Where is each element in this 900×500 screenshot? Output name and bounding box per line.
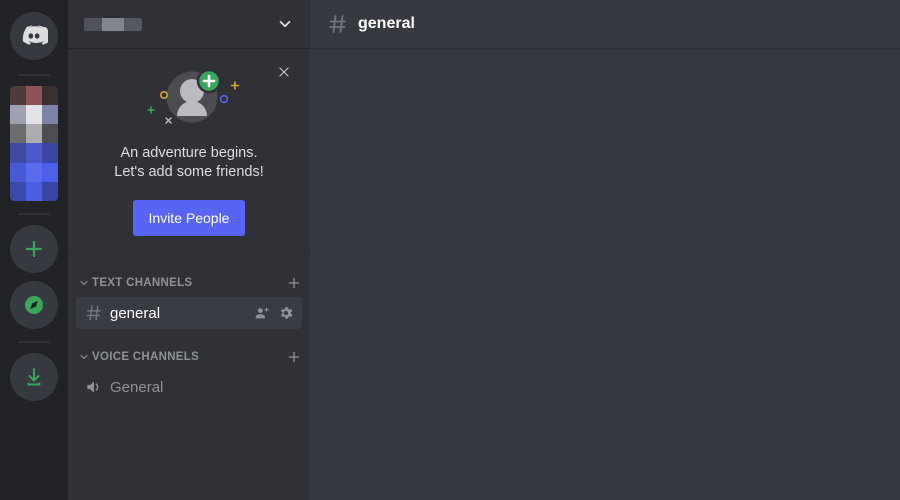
explore-servers-button[interactable] <box>10 281 58 329</box>
chevron-down-icon <box>279 20 291 28</box>
hash-icon <box>329 15 346 33</box>
gear-icon[interactable] <box>278 305 294 321</box>
close-icon <box>279 67 289 77</box>
speaker-icon <box>87 381 99 393</box>
discord-logo-icon <box>10 12 58 60</box>
hash-icon <box>86 305 101 321</box>
plus-icon[interactable] <box>286 275 302 291</box>
add-friend-avatar-illustration <box>76 64 302 134</box>
invite-card-text: An adventure begins. Let's add some frie… <box>76 144 302 182</box>
server-name-redacted <box>84 17 142 31</box>
invite-people-button[interactable]: Invite People <box>132 200 246 236</box>
channel-header: general <box>310 0 900 48</box>
channel-list: TEXT CHANNELS general VOICE CHANNELS Gen… <box>68 255 310 500</box>
plus-icon[interactable] <box>286 349 302 365</box>
category-label: VOICE CHANNELS <box>92 351 200 363</box>
rail-divider-2 <box>18 213 50 215</box>
channel-label: general <box>110 304 161 322</box>
message-list <box>310 48 900 500</box>
compass-icon <box>10 281 58 329</box>
discord-app-window: An adventure begins. Let's add some frie… <box>0 0 900 500</box>
home-button[interactable] <box>10 12 58 60</box>
category-left-group-2: VOICE CHANNELS <box>78 351 199 363</box>
dismiss-invite-card-button[interactable] <box>274 62 294 82</box>
server-header-dropdown[interactable] <box>68 0 310 48</box>
channel-sidebar: An adventure begins. Let's add some frie… <box>68 0 310 500</box>
server-icon-image <box>10 86 58 201</box>
server-rail <box>0 0 68 500</box>
download-apps-button[interactable] <box>10 353 58 401</box>
rail-divider-3 <box>18 341 50 343</box>
channel-label: General <box>110 378 164 396</box>
download-icon <box>10 353 58 401</box>
add-server-button[interactable] <box>10 225 58 273</box>
chevron-down-icon <box>80 280 88 286</box>
category-label: TEXT CHANNELS <box>92 277 193 289</box>
server-icon-blurred[interactable] <box>10 86 58 201</box>
channel-item-general-text[interactable]: general <box>76 297 302 329</box>
channel-actions <box>254 305 294 321</box>
page-title: general <box>358 15 415 32</box>
chevron-down-icon <box>80 354 88 360</box>
plus-icon <box>10 225 58 273</box>
invite-people-card: An adventure begins. Let's add some frie… <box>68 48 310 255</box>
category-left-group: TEXT CHANNELS <box>78 277 192 289</box>
invite-card-line-1: An adventure begins. <box>120 145 258 161</box>
channel-item-general-voice[interactable]: General <box>76 371 302 403</box>
category-header-text-channels[interactable]: TEXT CHANNELS <box>68 271 310 295</box>
invite-card-line-2: Let's add some friends! <box>114 164 264 180</box>
main-content-area: general <box>310 0 900 500</box>
person-add-icon[interactable] <box>254 305 270 321</box>
category-header-voice-channels[interactable]: VOICE CHANNELS <box>68 345 310 369</box>
rail-divider <box>18 74 50 76</box>
